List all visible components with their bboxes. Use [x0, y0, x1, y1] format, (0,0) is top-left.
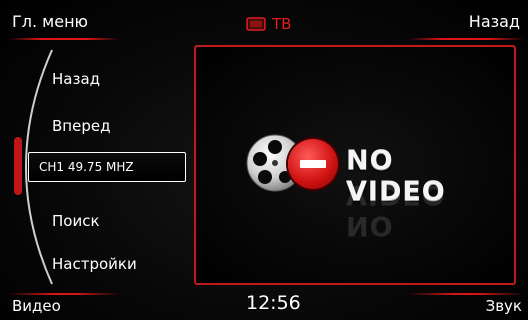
- source-button[interactable]: Видео: [12, 297, 61, 315]
- clock: 12:56: [246, 292, 301, 314]
- main-menu-underline: [8, 38, 120, 40]
- sound-underline: [408, 293, 524, 295]
- channel-label: CH1 49.75 MHZ: [39, 160, 134, 174]
- video-panel[interactable]: NO VIDEO NO VIDEO: [194, 45, 516, 285]
- menu-search[interactable]: Поиск: [52, 212, 100, 230]
- no-video-indicator: NO VIDEO NO VIDEO: [242, 127, 482, 241]
- tv-screen: Гл. меню ТВ Назад Назад Вперед CH1 49.75…: [0, 0, 528, 320]
- menu-back[interactable]: Назад: [52, 70, 100, 88]
- back-underline: [408, 38, 524, 40]
- tv-icon: [246, 17, 266, 31]
- sound-button[interactable]: Звук: [486, 297, 522, 315]
- page-title-label: ТВ: [272, 15, 292, 33]
- no-video-reflection: NO VIDEO: [346, 179, 446, 241]
- page-title: ТВ: [246, 15, 291, 33]
- main-menu-button[interactable]: Гл. меню: [12, 12, 88, 31]
- source-underline: [8, 293, 120, 295]
- selection-accent: [14, 137, 22, 195]
- menu-forward[interactable]: Вперед: [52, 117, 110, 135]
- back-button-top[interactable]: Назад: [469, 12, 520, 31]
- menu-settings[interactable]: Настройки: [52, 255, 137, 273]
- channel-selector[interactable]: CH1 49.75 MHZ: [28, 152, 186, 182]
- stop-icon: [288, 139, 338, 189]
